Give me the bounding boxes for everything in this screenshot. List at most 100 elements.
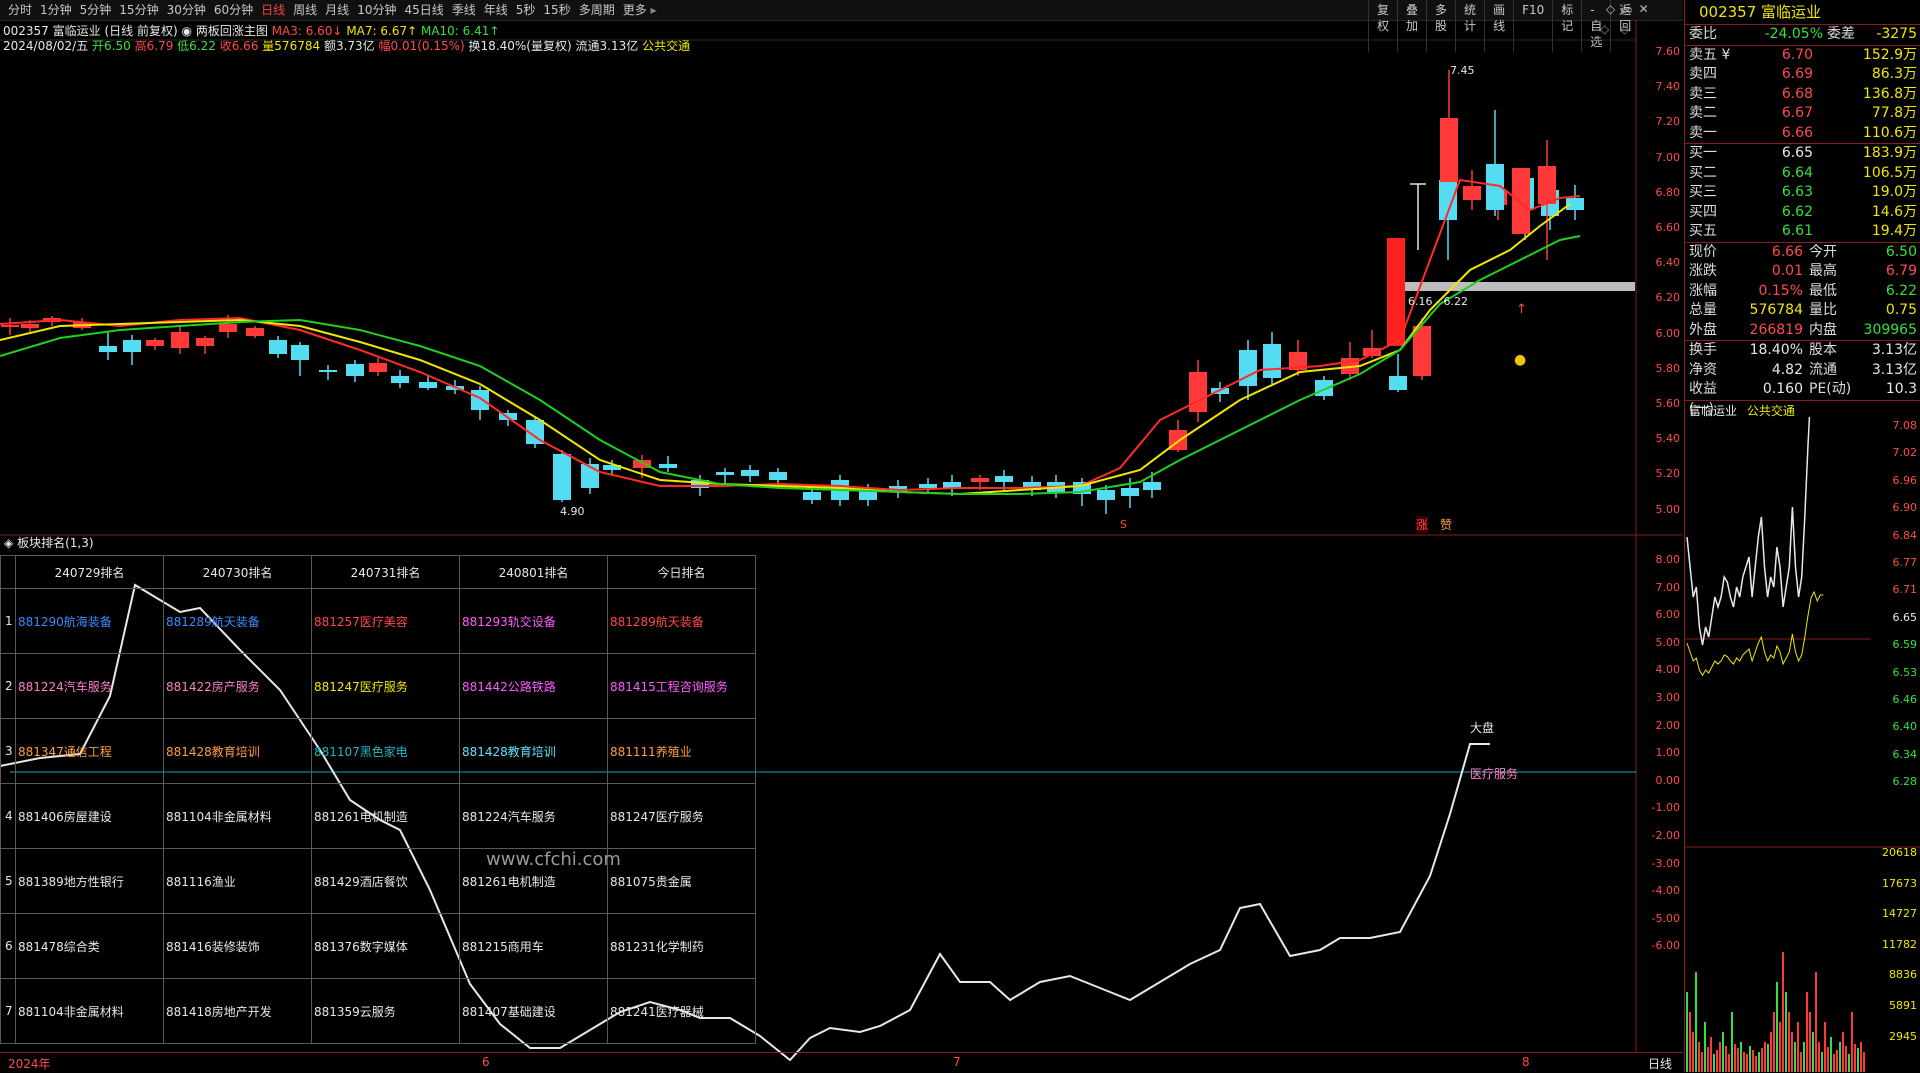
- bid-row[interactable]: 买二 6.64 106.5万: [1685, 164, 1920, 184]
- rank-cell[interactable]: 881224汽车服务: [15, 653, 164, 719]
- period-tab[interactable]: 多周期: [575, 2, 619, 18]
- rank-cell[interactable]: 881231化学制药: [607, 913, 756, 979]
- rank-cell[interactable]: 881261电机制造: [311, 783, 460, 849]
- rank-cell[interactable]: 881359云服务: [311, 978, 460, 1044]
- rank-cell[interactable]: 881418房地产开发: [163, 978, 312, 1044]
- rank-cell[interactable]: 881104非金属材料: [15, 978, 164, 1044]
- rank-cell[interactable]: 881289航天装备: [607, 588, 756, 654]
- candle-body: [123, 340, 141, 352]
- period-tab[interactable]: 5秒: [512, 2, 540, 18]
- rank-cell[interactable]: 881442公路铁路: [459, 653, 608, 719]
- rank-cell[interactable]: 881347通信工程: [15, 718, 164, 784]
- rank-row: 1 881290航海装备 881289航天装备 881257医疗美容 881293轨交设…: [0, 588, 756, 654]
- close-icon[interactable]: ✕: [1639, 2, 1649, 16]
- rank-cell[interactable]: 881407基础建设: [459, 978, 608, 1044]
- rank-cell[interactable]: 881224汽车服务: [459, 783, 608, 849]
- rank-cell[interactable]: 881415工程咨询服务: [607, 653, 756, 719]
- panel2-title[interactable]: 板块排名(1,3): [17, 536, 93, 550]
- bid-row[interactable]: 买四 6.62 14.6万: [1685, 203, 1920, 223]
- rank-cell[interactable]: 881406房屋建设: [15, 783, 164, 849]
- rank-row: 5 881389地方性银行 881116渔业 881429酒店餐饮 881261电机制造…: [0, 848, 756, 914]
- rank-cell[interactable]: 881422房产服务: [163, 653, 312, 719]
- rank-cell[interactable]: 881215商用车: [459, 913, 608, 979]
- panel-collapse-icon[interactable]: ◈: [4, 536, 13, 550]
- bid-row[interactable]: 买一 6.65 183.9万: [1685, 144, 1920, 164]
- period-tab[interactable]: 10分钟: [353, 2, 400, 18]
- rank-cell[interactable]: 881257医疗美容: [311, 588, 460, 654]
- period-tab[interactable]: 周线: [289, 2, 321, 18]
- bid-row[interactable]: 买五 6.61 19.4万: [1685, 222, 1920, 242]
- period-tab[interactable]: 45日线: [400, 2, 447, 18]
- stat-label: 换手: [1689, 342, 1717, 358]
- rank-cell[interactable]: 881116渔业: [163, 848, 312, 914]
- period-tab[interactable]: 30分钟: [163, 2, 210, 18]
- rank-cell[interactable]: 881107黑色家电: [311, 718, 460, 784]
- rank-cell[interactable]: 881293轨交设备: [459, 588, 608, 654]
- stat-row: 收益(一) 0.160 PE(动) 10.3: [1685, 380, 1920, 417]
- rank-cell[interactable]: 881376数字媒体: [311, 913, 460, 979]
- ask-row[interactable]: 卖一 6.66 110.6万: [1685, 124, 1920, 144]
- level-label: 6.16 - 6.22: [1408, 295, 1468, 308]
- period-toolbar: 分时 1分钟 5分钟 15分钟 30分钟 60分钟 日线 周线 月线 10分钟 45日线 季线 年线 5秒…: [0, 0, 1683, 52]
- stat-label: 净资: [1689, 361, 1717, 378]
- ask-row[interactable]: 卖三 6.68 136.8万: [1685, 85, 1920, 105]
- stat-label-2: 内盘: [1809, 321, 1837, 338]
- rank-number: 2: [0, 653, 16, 719]
- price-tick: 6.40: [1655, 256, 1681, 270]
- rank-cell[interactable]: 881247医疗服务: [311, 653, 460, 719]
- rank-cell[interactable]: 881389地方性银行: [15, 848, 164, 914]
- ask-volume: 86.3万: [1871, 66, 1917, 82]
- bid-label: 买一: [1689, 145, 1717, 161]
- rank-cell[interactable]: 881247医疗服务: [607, 783, 756, 849]
- indicator-axis: 8.00 7.00 6.00 5.00 4.00 3.00 2.00 1.00 0.00 -1.0…: [1636, 540, 1684, 1050]
- mini-sector[interactable]: 公共交通: [1747, 404, 1795, 418]
- period-tab[interactable]: 15秒: [539, 2, 574, 18]
- indicator-tick: 0.00: [1655, 773, 1681, 787]
- candle-body: [146, 340, 164, 346]
- ask-row[interactable]: 卖五 ¥ 6.70 152.9万: [1685, 46, 1920, 66]
- rank-cell[interactable]: 881428教育培训: [459, 718, 608, 784]
- minimize-icon[interactable]: ▭: [1621, 2, 1632, 16]
- price-tick: 5.00: [1655, 502, 1681, 516]
- period-tab[interactable]: 分时: [4, 2, 36, 18]
- mini-volume-tick: 11782: [1882, 937, 1917, 951]
- zhang-marker: 涨: [1416, 516, 1429, 533]
- rank-cell[interactable]: 881429酒店餐饮: [311, 848, 460, 914]
- rank-cell[interactable]: 881290航海装备: [15, 588, 164, 654]
- period-tab[interactable]: 日线: [257, 2, 289, 18]
- stat-label: 涨跌: [1689, 263, 1717, 279]
- rank-column-header: 今日排名: [607, 555, 756, 589]
- ask-book: 卖五 ¥ 6.70 152.9万 卖四 6.69 86.3万 卖三 6.68 136.8万 卖二 6…: [1685, 44, 1920, 144]
- quote-title[interactable]: 002357 富临运业: [1685, 0, 1920, 25]
- period-tab[interactable]: 1分钟: [36, 2, 76, 18]
- quote-stats: 现价 6.66 今开 6.50 涨跌 0.01 最高 6.79 涨幅 0.15% 最低 6.22 总量 5…: [1685, 241, 1920, 341]
- date-axis-mode[interactable]: 日线: [1648, 1055, 1672, 1072]
- quote-stats-2: 换手 18.40% 股本 3.13亿 净资 4.82 流通 3.13亿 收益(一) 0.160 PE…: [1685, 340, 1920, 417]
- rank-cell[interactable]: 881241医疗器械: [607, 978, 756, 1044]
- bid-price: 6.63: [1781, 184, 1813, 200]
- rank-cell[interactable]: 881111养殖业: [607, 718, 756, 784]
- rank-cell[interactable]: 881478综合类: [15, 913, 164, 979]
- diamond-icon[interactable]: ◇: [1606, 2, 1615, 16]
- rank-cell[interactable]: 881075贵金属: [607, 848, 756, 914]
- rank-cell[interactable]: 881416装修装饰: [163, 913, 312, 979]
- period-tab[interactable]: 月线: [321, 2, 353, 18]
- period-tab[interactable]: 60分钟: [210, 2, 257, 18]
- rank-cell[interactable]: 881104非金属材料: [163, 783, 312, 849]
- period-tab[interactable]: 5分钟: [76, 2, 116, 18]
- ask-row[interactable]: 卖四 6.69 86.3万: [1685, 65, 1920, 85]
- rank-cell[interactable]: 881428教育培训: [163, 718, 312, 784]
- period-tab[interactable]: 15分钟: [115, 2, 162, 18]
- period-tab[interactable]: 季线: [448, 2, 480, 18]
- rank-cell[interactable]: 881289航天装备: [163, 588, 312, 654]
- period-tab[interactable]: 年线: [480, 2, 512, 18]
- price-axis: 7.60 7.40 7.20 7.00 6.80 6.60 6.40 6.20 6.00 5.80…: [1636, 20, 1684, 535]
- candle-body: [1263, 344, 1281, 378]
- stat-label: 总量: [1689, 302, 1717, 318]
- candle-body: [1097, 490, 1115, 500]
- rank-row: 4 881406房屋建设 881104非金属材料 881261电机制造 881224汽车…: [0, 783, 756, 849]
- ask-row[interactable]: 卖二 6.67 77.8万: [1685, 104, 1920, 124]
- bid-row[interactable]: 买三 6.63 19.0万: [1685, 183, 1920, 203]
- mini-price-tick: 6.71: [1892, 583, 1918, 597]
- period-tab[interactable]: 更多: [619, 2, 661, 18]
